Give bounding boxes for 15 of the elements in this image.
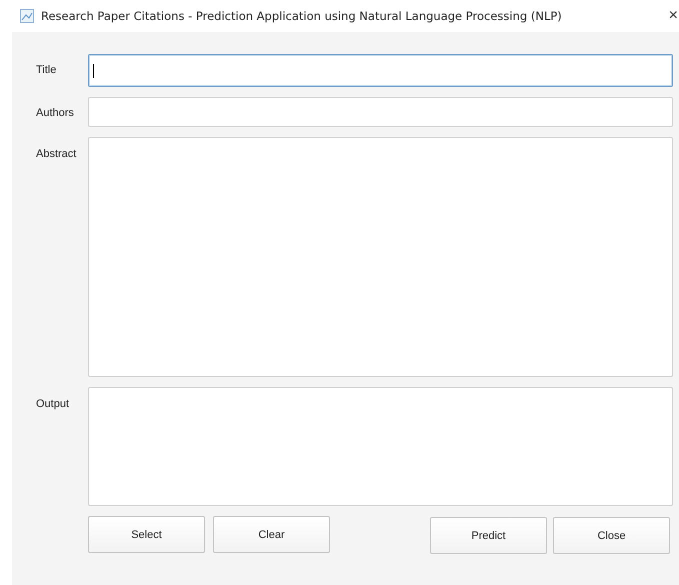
- action-button[interactable]: Predict: [430, 517, 547, 554]
- output-area[interactable]: [88, 387, 673, 506]
- close-icon[interactable]: ×: [668, 7, 678, 25]
- input-field[interactable]: [88, 54, 673, 87]
- field-label: Authors: [35, 106, 75, 121]
- window-title: Research Paper Citations - Prediction Application using Natural Language Processing (NLP): [41, 9, 563, 23]
- app-icon: [20, 9, 34, 23]
- input-field[interactable]: [88, 97, 673, 127]
- field-label: Abstract: [35, 147, 78, 162]
- text-area[interactable]: [88, 137, 673, 377]
- action-button[interactable]: Close: [553, 517, 670, 554]
- field-label: Output: [35, 397, 70, 412]
- action-button[interactable]: Select: [88, 516, 205, 553]
- action-button[interactable]: Clear: [213, 516, 330, 553]
- field-label: Title: [35, 63, 58, 78]
